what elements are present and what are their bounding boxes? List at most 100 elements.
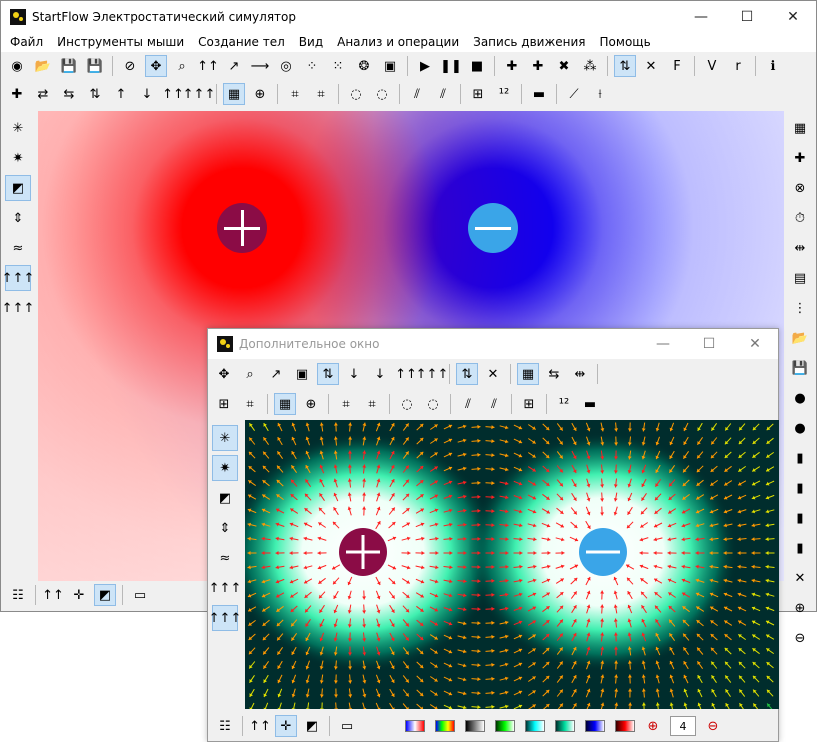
vector-field-canvas[interactable] (245, 420, 779, 709)
menu-create-bodies[interactable]: Создание тел (191, 35, 292, 49)
decrease-icon[interactable]: ⊖ (702, 715, 724, 737)
main-tb2-button-1[interactable]: ⇄ (32, 83, 54, 105)
sec-tb2-button-9[interactable]: ⫽ (483, 393, 505, 415)
main-right-button-4[interactable]: ⇹ (787, 235, 813, 261)
probe-icon[interactable]: ⟶ (249, 55, 271, 77)
play-icon[interactable]: ▶ (414, 55, 436, 77)
main-right-button-14[interactable]: ▮ (787, 535, 813, 561)
field-lines-icon[interactable]: ↑↑ (197, 55, 219, 77)
menu-recording[interactable]: Запись движения (466, 35, 592, 49)
sec-tb2-button-3[interactable]: ⊕ (300, 393, 322, 415)
sec-tb2-button-12[interactable]: ▬ (579, 393, 601, 415)
sec-tb1-button-12[interactable]: ⇆ (543, 363, 565, 385)
sec-left-button-5[interactable]: ↑↑↑ (209, 575, 242, 601)
sec-tb1-button-7[interactable]: ↑↑ (395, 363, 417, 385)
stop-icon[interactable]: ■ (466, 55, 488, 77)
sec-tb1-button-13[interactable]: ⇹ (569, 363, 591, 385)
main-tb2-button-7[interactable]: ↑↑↑ (183, 83, 216, 105)
colormap-blue-red[interactable] (405, 720, 425, 732)
main-bottom-button-0[interactable]: ☷ (7, 584, 29, 606)
main-right-button-13[interactable]: ▮ (787, 505, 813, 531)
colormap-cyan[interactable] (525, 720, 545, 732)
zoom-icon[interactable]: ⌕ (171, 55, 193, 77)
main-right-button-7[interactable]: 📂 (787, 325, 813, 351)
new-icon[interactable]: ◉ (6, 55, 28, 77)
main-tb2-button-8[interactable]: ▦ (223, 83, 245, 105)
secondary-minimize-button[interactable]: — (640, 329, 686, 359)
scatter-icon[interactable]: ⁂ (579, 55, 601, 77)
sec-bottom-button-1[interactable]: ↑↑ (249, 715, 271, 737)
main-right-button-2[interactable]: ⊗ (787, 175, 813, 201)
open-icon[interactable]: 📂 (32, 55, 54, 77)
main-right-button-5[interactable]: ▤ (787, 265, 813, 291)
menu-mouse-tools[interactable]: Инструменты мыши (50, 35, 191, 49)
sec-bottom-button-0[interactable]: ☷ (214, 715, 236, 737)
main-tb2-button-11[interactable]: ⌗ (310, 83, 332, 105)
colormap-green[interactable] (495, 720, 515, 732)
vectors-icon[interactable]: ⇅ (614, 55, 636, 77)
sec-left-button-1[interactable]: ✷ (212, 455, 238, 481)
sec-tb2-button-6[interactable]: ◌ (396, 393, 418, 415)
negative-charge[interactable] (468, 203, 518, 253)
save-icon[interactable]: 💾 (58, 55, 80, 77)
menu-analysis[interactable]: Анализ и операции (330, 35, 466, 49)
menu-file[interactable]: Файл (3, 35, 50, 49)
main-tb2-button-19[interactable]: ⟋ (563, 83, 585, 105)
sec-left-button-6[interactable]: ↑↑↑ (209, 605, 241, 631)
main-tb2-button-17[interactable]: ¹² (493, 83, 515, 105)
main-left-button-6[interactable]: ↑↑↑ (2, 295, 35, 321)
main-tb2-button-14[interactable]: ⫽ (406, 83, 428, 105)
main-tb2-button-18[interactable]: ▬ (528, 83, 550, 105)
vector-density-field[interactable]: 4 (670, 716, 696, 736)
sec-tb1-button-8[interactable]: ↑↑↑ (416, 363, 449, 385)
sec-left-button-0[interactable]: ✳ (212, 425, 238, 451)
sec-tb1-button-11[interactable]: ▦ (517, 363, 539, 385)
ring-dots-icon[interactable]: ⁙ (327, 55, 349, 77)
sec-tb1-button-6[interactable]: ↓ (369, 363, 391, 385)
negative-charge[interactable] (579, 528, 627, 576)
sec-tb2-button-8[interactable]: ⫽ (457, 393, 479, 415)
main-left-button-2[interactable]: ◩ (5, 175, 31, 201)
main-tb2-button-13[interactable]: ◌ (371, 83, 393, 105)
measure-icon[interactable]: ↗ (223, 55, 245, 77)
pointer-icon[interactable]: ⊘ (119, 55, 141, 77)
sec-tb2-button-4[interactable]: ⌗ (335, 393, 357, 415)
sec-tb1-button-4[interactable]: ⇅ (317, 363, 339, 385)
sec-tb1-button-2[interactable]: ↗ (265, 363, 287, 385)
sec-bottom-button-3[interactable]: ◩ (301, 715, 323, 737)
main-right-button-12[interactable]: ▮ (787, 475, 813, 501)
sec-tb2-button-1[interactable]: ⌗ (239, 393, 261, 415)
sec-tb2-button-5[interactable]: ⌗ (361, 393, 383, 415)
force-icon[interactable]: F (666, 55, 688, 77)
sec-tb1-button-3[interactable]: ▣ (291, 363, 313, 385)
info-icon[interactable]: ℹ (762, 55, 784, 77)
secondary-maximize-button[interactable]: ☐ (686, 329, 732, 359)
minimize-button[interactable]: — (678, 1, 724, 32)
delete-charge-icon[interactable]: ✖ (553, 55, 575, 77)
sec-tb1-button-10[interactable]: ✕ (482, 363, 504, 385)
main-left-button-4[interactable]: ≈ (5, 235, 31, 261)
main-tb2-button-16[interactable]: ⊞ (467, 83, 489, 105)
sec-tb1-button-9[interactable]: ⇅ (456, 363, 478, 385)
main-tb2-button-9[interactable]: ⊕ (249, 83, 271, 105)
main-bottom-button-3[interactable]: ◩ (94, 584, 116, 606)
main-tb2-button-3[interactable]: ⇅ (84, 83, 106, 105)
ring-icon[interactable]: ❂ (353, 55, 375, 77)
main-tb2-button-15[interactable]: ⫽ (432, 83, 454, 105)
main-right-button-1[interactable]: ✚ (787, 145, 813, 171)
target-icon[interactable]: ◎ (275, 55, 297, 77)
menu-view[interactable]: Вид (292, 35, 330, 49)
main-left-button-3[interactable]: ⇕ (5, 205, 31, 231)
secondary-close-button[interactable]: ✕ (732, 329, 778, 359)
cross-icon[interactable]: ✕ (640, 55, 662, 77)
main-right-button-9[interactable]: ● (787, 385, 813, 411)
colormap-teal[interactable] (555, 720, 575, 732)
sec-tb1-button-5[interactable]: ↓ (343, 363, 365, 385)
main-right-button-17[interactable]: ⊖ (787, 625, 813, 651)
sec-left-button-2[interactable]: ◩ (212, 485, 238, 511)
main-tb2-button-6[interactable]: ↑↑ (162, 83, 184, 105)
colormap-gray[interactable] (465, 720, 485, 732)
add-positive-icon[interactable]: ✚ (501, 55, 523, 77)
main-right-button-8[interactable]: 💾 (787, 355, 813, 381)
main-right-button-6[interactable]: ⋮ (787, 295, 813, 321)
